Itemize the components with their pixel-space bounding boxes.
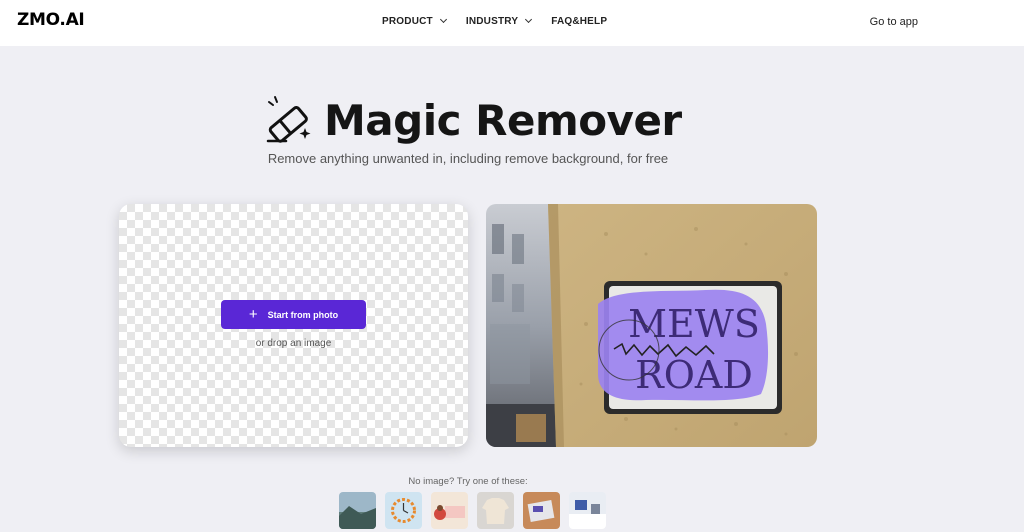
go-to-app-link[interactable]: Go to app	[870, 16, 918, 28]
chevron-down-icon	[525, 15, 533, 24]
sample-images	[339, 492, 606, 529]
main-nav: PRODUCT INDUSTRY FAQ&HELP	[382, 15, 627, 27]
sample-thumbnail-landscape[interactable]	[339, 492, 376, 529]
nav-faq-help[interactable]: FAQ&HELP	[551, 16, 607, 27]
sample-thumbnail-sweater[interactable]	[477, 492, 514, 529]
logo[interactable]: ZMO.AI	[17, 10, 85, 30]
nav-faq-help-label: FAQ&HELP	[551, 16, 608, 27]
sample-thumbnail-snow[interactable]	[569, 492, 606, 529]
page-title: Magic Remover	[324, 95, 682, 145]
nav-product-label: PRODUCT	[382, 16, 433, 27]
nav-industry-label: INDUSTRY	[465, 16, 519, 27]
sample-thumbnail-clock[interactable]	[385, 492, 422, 529]
drop-image-hint: or drop an image	[255, 338, 332, 349]
demo-image-illustration: MEWS ROAD	[486, 204, 817, 447]
start-from-photo-button[interactable]: + Start from photo	[221, 300, 366, 329]
nav-product[interactable]: PRODUCT	[382, 15, 447, 27]
sign-line-1: MEWS	[628, 302, 760, 346]
demo-image: MEWS ROAD	[486, 204, 817, 447]
hero-title-row: Magic Remover	[262, 94, 682, 146]
start-from-photo-label: Start from photo	[267, 309, 339, 320]
sample-thumbnail-card[interactable]	[431, 492, 468, 529]
nav-industry[interactable]: INDUSTRY	[465, 15, 533, 27]
chevron-down-icon	[439, 15, 447, 24]
sample-thumbnail-objects[interactable]	[523, 492, 560, 529]
plus-icon: +	[248, 306, 258, 323]
samples-label: No image? Try one of these:	[408, 476, 528, 487]
top-navbar: ZMO.AI PRODUCT INDUSTRY FAQ&HELP Go to a…	[0, 0, 1024, 46]
eraser-icon	[266, 96, 311, 143]
page-subtitle: Remove anything unwanted in, including r…	[267, 151, 669, 166]
upload-dropzone[interactable]: + Start from photo or drop an image	[119, 204, 468, 447]
sign-line-2: ROAD	[635, 353, 753, 397]
